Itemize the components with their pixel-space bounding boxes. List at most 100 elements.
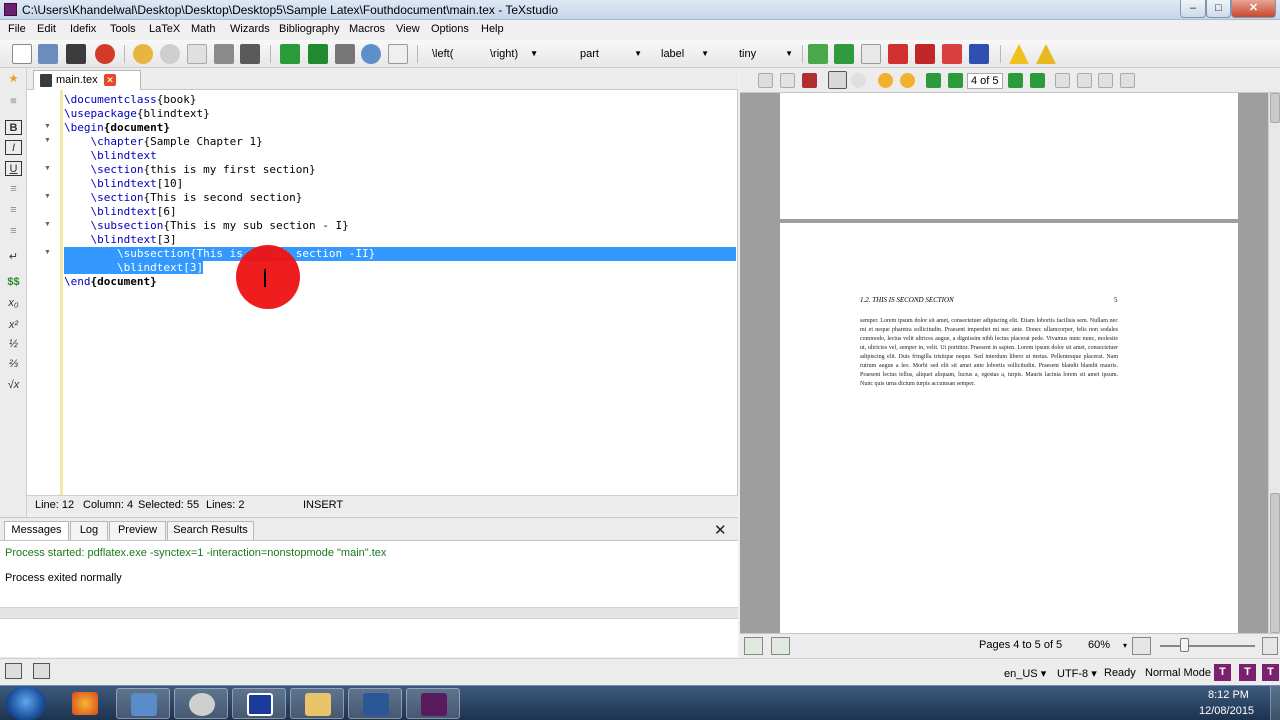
fold-arrow-icon[interactable]: ▼ <box>44 221 51 228</box>
texstudio-taskbar-button[interactable] <box>406 688 460 719</box>
back-icon[interactable] <box>878 73 893 88</box>
texstudio-icon[interactable]: T <box>1214 664 1231 681</box>
code-line[interactable]: \documentclass{book} <box>64 93 736 107</box>
texstudio-icon[interactable]: T <box>1239 664 1256 681</box>
start-button[interactable] <box>6 686 46 720</box>
right-delimiter-combo[interactable]: \right) ▼ <box>486 44 540 64</box>
pdf-page-icon[interactable] <box>780 73 795 88</box>
menu-edit[interactable]: Edit <box>37 23 56 35</box>
firefox-taskbar-button[interactable] <box>58 688 112 719</box>
messages-scrollbar[interactable] <box>0 607 738 619</box>
code-line[interactable]: \section{this is my first section} <box>64 163 736 177</box>
align-center-icon[interactable]: ≡ <box>5 203 22 218</box>
table-add-column-icon[interactable] <box>834 44 854 64</box>
superscript-icon[interactable]: x² <box>5 318 22 333</box>
magnifier-icon[interactable] <box>828 71 847 89</box>
code-line-selected[interactable]: \subsection{This is my sub section -II} <box>64 247 736 261</box>
tab-main-tex[interactable]: main.tex ✕ <box>33 70 141 90</box>
minimize-button[interactable]: – <box>1180 0 1206 18</box>
compile-mode[interactable]: Normal Mode <box>1145 667 1211 679</box>
tab-close-icon[interactable]: ✕ <box>104 74 116 86</box>
math-mode-icon[interactable]: $$ <box>5 275 22 290</box>
save-icon[interactable] <box>66 44 86 64</box>
menu-bibliography[interactable]: Bibliography <box>279 23 340 35</box>
close-window-button[interactable]: ✕ <box>1231 0 1276 18</box>
compile-icon[interactable] <box>308 44 328 64</box>
sync-from-source-icon[interactable] <box>771 637 790 655</box>
undo-icon[interactable] <box>133 44 153 64</box>
show-desktop-button[interactable] <box>1270 686 1280 720</box>
tab-preview[interactable]: Preview <box>109 521 166 540</box>
copy-icon[interactable] <box>187 44 207 64</box>
sync-to-source-icon[interactable] <box>744 637 763 655</box>
code-line[interactable]: \end{document} <box>64 275 736 289</box>
language-selector[interactable]: en_US ▾ <box>1004 667 1046 680</box>
code-line[interactable]: \usepackage{blindtext} <box>64 107 736 121</box>
italic-icon[interactable]: I <box>5 140 22 155</box>
chevron-down-icon[interactable]: ▾ <box>1123 641 1127 650</box>
bookmark-icon[interactable]: ■ <box>5 94 22 109</box>
align-left-icon[interactable]: ≡ <box>5 182 22 197</box>
zoom-slider-track[interactable] <box>1160 645 1255 647</box>
fold-arrow-icon[interactable]: ▼ <box>44 165 51 172</box>
section-combo[interactable]: part ▼ <box>576 44 644 64</box>
forward-icon[interactable] <box>900 73 915 88</box>
underline-icon[interactable]: U <box>5 161 22 176</box>
structure-icon[interactable]: ★ <box>5 72 22 87</box>
new-file-icon[interactable] <box>12 44 32 64</box>
subscript-icon[interactable]: x₀ <box>5 296 22 311</box>
toggle-messages-icon[interactable] <box>33 663 50 679</box>
scroll-thumb[interactable] <box>1270 493 1280 633</box>
fit-width-icon[interactable] <box>1055 73 1070 88</box>
menu-wizards[interactable]: Wizards <box>230 23 270 35</box>
bold-icon[interactable]: B <box>5 120 22 135</box>
stop-icon[interactable] <box>335 44 355 64</box>
menu-help[interactable]: Help <box>481 23 504 35</box>
code-line[interactable]: \blindtext[10] <box>64 177 736 191</box>
clock-date[interactable]: 12/08/2015 <box>1199 705 1254 717</box>
code-line[interactable]: \blindtext[6] <box>64 205 736 219</box>
page-number-input[interactable]: 4 of 5 <box>967 73 1003 89</box>
open-file-icon[interactable] <box>38 44 58 64</box>
menu-tools[interactable]: Tools <box>110 23 136 35</box>
align-right-icon[interactable]: ≡ <box>5 224 22 239</box>
folder-taskbar-button[interactable] <box>290 688 344 719</box>
code-line-selected[interactable]: \blindtext[3] <box>64 261 736 275</box>
code-line[interactable]: \section{This is second section} <box>64 191 736 205</box>
redo-icon[interactable] <box>160 44 180 64</box>
menu-math[interactable]: Math <box>191 23 215 35</box>
pdf-viewer[interactable]: 1.2. THIS IS SECOND SECTION 5 semper. Lo… <box>740 93 1268 633</box>
table-add-row-icon[interactable] <box>808 44 828 64</box>
zoom-out-icon[interactable] <box>1132 637 1151 655</box>
encoding-selector[interactable]: UTF-8 ▾ <box>1057 667 1097 680</box>
menu-macros[interactable]: Macros <box>349 23 385 35</box>
build-view-icon[interactable] <box>280 44 300 64</box>
fold-arrow-icon[interactable]: ▼ <box>44 123 51 130</box>
code-line[interactable]: \subsection{This is my sub section - I} <box>64 219 736 233</box>
font-size-combo[interactable]: tiny ▼ <box>735 44 795 64</box>
close-file-icon[interactable] <box>95 44 115 64</box>
hand-tool-icon[interactable] <box>851 73 866 88</box>
previous-page-icon[interactable] <box>948 73 963 88</box>
fold-arrow-icon[interactable]: ▼ <box>44 193 51 200</box>
tab-messages[interactable]: Messages <box>4 521 69 540</box>
texstudio-icon[interactable]: T <box>1262 664 1279 681</box>
table-cut-icon[interactable] <box>942 44 962 64</box>
first-page-icon[interactable] <box>926 73 941 88</box>
clock-time[interactable]: 8:12 PM <box>1208 689 1249 701</box>
fraction-icon[interactable]: ½ <box>5 337 22 352</box>
menu-options[interactable]: Options <box>431 23 469 35</box>
maximize-button[interactable]: □ <box>1206 0 1231 18</box>
warning-icon[interactable] <box>1009 44 1029 64</box>
view-pdf-icon[interactable] <box>361 44 381 64</box>
table-remove-row-icon[interactable] <box>888 44 908 64</box>
fit-page-icon[interactable] <box>1077 73 1092 88</box>
single-page-icon[interactable] <box>1098 73 1113 88</box>
code-line[interactable]: \blindtext <box>64 149 736 163</box>
menu-view[interactable]: View <box>396 23 420 35</box>
code-line[interactable]: \begin{document} <box>64 121 736 135</box>
word-taskbar-button[interactable] <box>348 688 402 719</box>
explorer-taskbar-button[interactable] <box>116 688 170 719</box>
code-editor[interactable]: ▼ ▼ ▼ ▼ ▼ ▼ \documentclass{book} \usepac… <box>27 90 738 495</box>
menu-idefix[interactable]: Idefix <box>70 23 96 35</box>
